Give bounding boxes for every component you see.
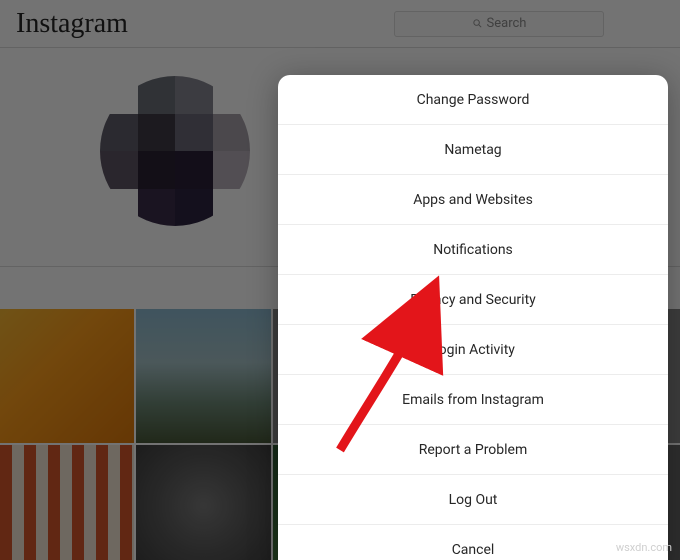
settings-item-report-a-problem[interactable]: Report a Problem (278, 425, 668, 475)
settings-dialog: Change PasswordNametagApps and WebsitesN… (278, 75, 668, 560)
settings-item-notifications[interactable]: Notifications (278, 225, 668, 275)
watermark: wsxdn.com (616, 541, 672, 554)
settings-item-emails-from-instagram[interactable]: Emails from Instagram (278, 375, 668, 425)
settings-item-login-activity[interactable]: Login Activity (278, 325, 668, 375)
settings-item-cancel[interactable]: Cancel (278, 525, 668, 560)
app-root: Instagram Search Change PasswordNametagA… (0, 0, 680, 560)
settings-item-log-out[interactable]: Log Out (278, 475, 668, 525)
settings-item-nametag[interactable]: Nametag (278, 125, 668, 175)
settings-item-change-password[interactable]: Change Password (278, 75, 668, 125)
settings-item-apps-and-websites[interactable]: Apps and Websites (278, 175, 668, 225)
settings-item-privacy-and-security[interactable]: Privacy and Security (278, 275, 668, 325)
